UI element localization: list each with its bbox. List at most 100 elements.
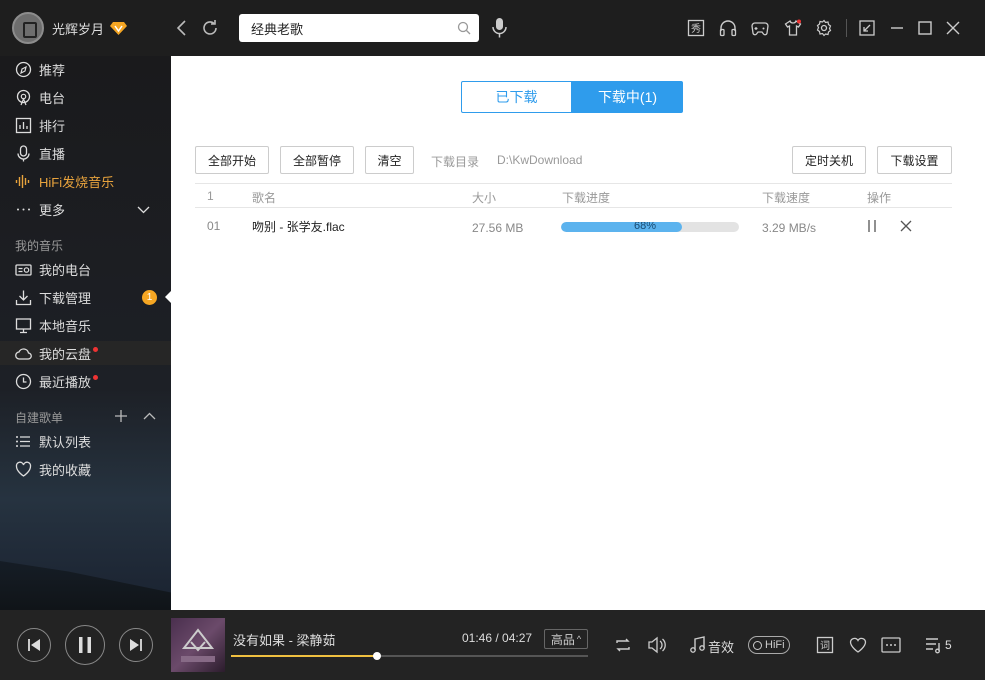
playback-progress-bar[interactable] xyxy=(231,652,588,660)
refresh-icon[interactable] xyxy=(200,18,220,38)
tab-downloaded[interactable]: 已下载 xyxy=(461,81,572,113)
header-size: 大小 xyxy=(472,191,497,205)
user-name[interactable]: 光辉岁月 xyxy=(52,19,104,38)
section-title-my-music: 我的音乐 xyxy=(15,239,64,253)
playlist-queue-icon[interactable] xyxy=(925,636,943,654)
sidebar-item-local-music[interactable]: 本地音乐 xyxy=(15,314,171,336)
search-icon[interactable] xyxy=(457,21,471,35)
sidebar-item-recent[interactable]: 最近播放 xyxy=(15,370,171,392)
next-button[interactable] xyxy=(119,628,153,662)
microphone-icon[interactable] xyxy=(490,16,510,40)
album-cover[interactable] xyxy=(171,618,225,672)
volume-icon[interactable] xyxy=(647,636,667,654)
favorite-heart-icon[interactable] xyxy=(849,636,867,654)
sidebar-item-label: 默认列表 xyxy=(39,434,92,450)
show-icon[interactable]: 秀 xyxy=(687,19,705,37)
delete-close-icon[interactable] xyxy=(900,220,912,232)
header-index[interactable]: 1 xyxy=(207,189,214,203)
lyrics-icon[interactable]: 词 xyxy=(816,636,834,654)
sidebar-item-label: 我的电台 xyxy=(39,262,92,278)
start-all-button[interactable]: 全部开始 xyxy=(195,146,269,174)
table-header: 1 歌名 大小 下载进度 下载速度 操作 xyxy=(195,183,952,208)
avatar[interactable] xyxy=(12,12,44,44)
chart-bars-icon xyxy=(15,117,32,133)
hifi-toggle[interactable]: HiFi xyxy=(748,636,790,654)
tab-downloading[interactable]: 下载中(1) xyxy=(572,81,683,113)
vip-diamond-icon[interactable] xyxy=(110,21,128,36)
sidebar-item-label: 推荐 xyxy=(39,62,66,78)
section-title-playlists: 自建歌单 xyxy=(15,411,64,425)
scheduled-shutdown-button[interactable]: 定时关机 xyxy=(792,146,866,174)
more-options-icon[interactable] xyxy=(881,636,901,654)
title-bar: 光辉岁月 秀 xyxy=(0,0,985,56)
monitor-icon xyxy=(15,317,32,333)
mini-mode-icon[interactable] xyxy=(858,19,876,37)
more-dots-icon xyxy=(17,208,30,210)
back-icon[interactable] xyxy=(172,18,192,38)
sidebar-item-charts[interactable]: 排行 xyxy=(15,114,171,136)
quality-selector[interactable]: 高品 ^ xyxy=(544,629,588,649)
playback-time: 01:46 / 04:27 xyxy=(462,631,533,645)
download-settings-button[interactable]: 下载设置 xyxy=(877,146,952,174)
hifi-label: HiFi xyxy=(765,639,785,651)
previous-button[interactable] xyxy=(17,628,51,662)
sidebar-item-radio[interactable]: 电台 xyxy=(15,86,171,108)
download-tabs: 已下载 下载中(1) xyxy=(461,81,683,113)
user-profile[interactable]: 光辉岁月 xyxy=(12,12,128,44)
sidebar-item-label: 我的收藏 xyxy=(39,462,92,478)
clock-icon xyxy=(15,373,32,389)
playback-progress-knob[interactable] xyxy=(373,652,382,660)
svg-text:词: 词 xyxy=(820,640,830,652)
game-controller-icon[interactable] xyxy=(751,19,769,37)
pause-play-button[interactable] xyxy=(65,625,105,665)
previous-icon xyxy=(28,639,40,651)
chevron-up-icon: ^ xyxy=(576,634,582,644)
row-speed: 3.29 MB/s xyxy=(762,221,817,235)
download-progress-bar: 68% xyxy=(561,222,739,232)
clear-button[interactable]: 清空 xyxy=(365,146,414,174)
chevron-down-icon[interactable] xyxy=(137,203,150,216)
cloud-icon xyxy=(15,347,32,360)
header-progress: 下载进度 xyxy=(562,191,611,205)
table-row[interactable]: 01 吻别 - 张学友.flac 27.56 MB 68% 3.29 MB/s xyxy=(195,208,952,246)
sidebar-item-download-manager[interactable]: 下载管理 1 xyxy=(15,286,171,308)
headphones-icon[interactable] xyxy=(719,19,737,37)
add-playlist-icon[interactable] xyxy=(114,409,128,423)
now-playing-title[interactable]: 没有如果 - 梁静茹 xyxy=(233,630,336,649)
music-note-icon[interactable] xyxy=(690,636,706,654)
sidebar: 推荐 电台 排行 直播 HiFi发烧音乐 更多 我的音乐 我的电台 下载管理 1… xyxy=(0,56,171,610)
sidebar-item-label: 直播 xyxy=(39,146,66,162)
minimize-icon[interactable] xyxy=(888,19,906,37)
sidebar-item-hifi[interactable]: HiFi发烧音乐 xyxy=(15,170,171,192)
sidebar-item-cloud-drive[interactable]: 我的云盘 xyxy=(15,342,171,364)
pause-icon xyxy=(79,637,91,653)
sidebar-item-label: 电台 xyxy=(39,90,66,106)
skin-shirt-icon[interactable] xyxy=(784,19,802,37)
search-input[interactable] xyxy=(239,14,439,42)
sidebar-item-label: 更多 xyxy=(39,202,66,218)
sidebar-item-recommend[interactable]: 推荐 xyxy=(15,58,171,80)
sidebar-item-my-radio[interactable]: 我的电台 xyxy=(15,258,171,280)
sidebar-item-more[interactable]: 更多 xyxy=(15,198,171,220)
chevron-up-icon[interactable] xyxy=(143,410,156,423)
sidebar-item-default-list[interactable]: 默认列表 xyxy=(15,430,171,452)
close-icon[interactable] xyxy=(944,19,962,37)
header-song-name: 歌名 xyxy=(252,191,277,205)
loop-mode-icon[interactable] xyxy=(614,636,632,654)
settings-gear-icon[interactable] xyxy=(815,19,833,37)
download-manager-panel: 已下载 下载中(1) 全部开始 全部暂停 清空 下载目录 D:\KwDownlo… xyxy=(171,56,985,610)
row-size: 27.56 MB xyxy=(472,221,524,235)
svg-text:秀: 秀 xyxy=(691,23,701,35)
sidebar-item-label: 排行 xyxy=(39,118,66,134)
download-dir-path[interactable]: D:\KwDownload xyxy=(497,153,582,167)
sidebar-item-label: HiFi发烧音乐 xyxy=(39,174,115,190)
list-icon xyxy=(16,435,30,447)
search-box[interactable] xyxy=(239,14,479,42)
pause-all-button[interactable]: 全部暂停 xyxy=(280,146,354,174)
maximize-icon[interactable] xyxy=(916,19,934,37)
sidebar-item-favorites[interactable]: 我的收藏 xyxy=(15,458,171,480)
sound-effects-label[interactable]: 音效 xyxy=(708,637,734,656)
pause-icon[interactable] xyxy=(865,219,879,233)
player-bar: 没有如果 - 梁静茹 01:46 / 04:27 高品 ^ 音效 HiFi 词 5 xyxy=(0,610,985,680)
sidebar-item-live[interactable]: 直播 xyxy=(15,142,171,164)
